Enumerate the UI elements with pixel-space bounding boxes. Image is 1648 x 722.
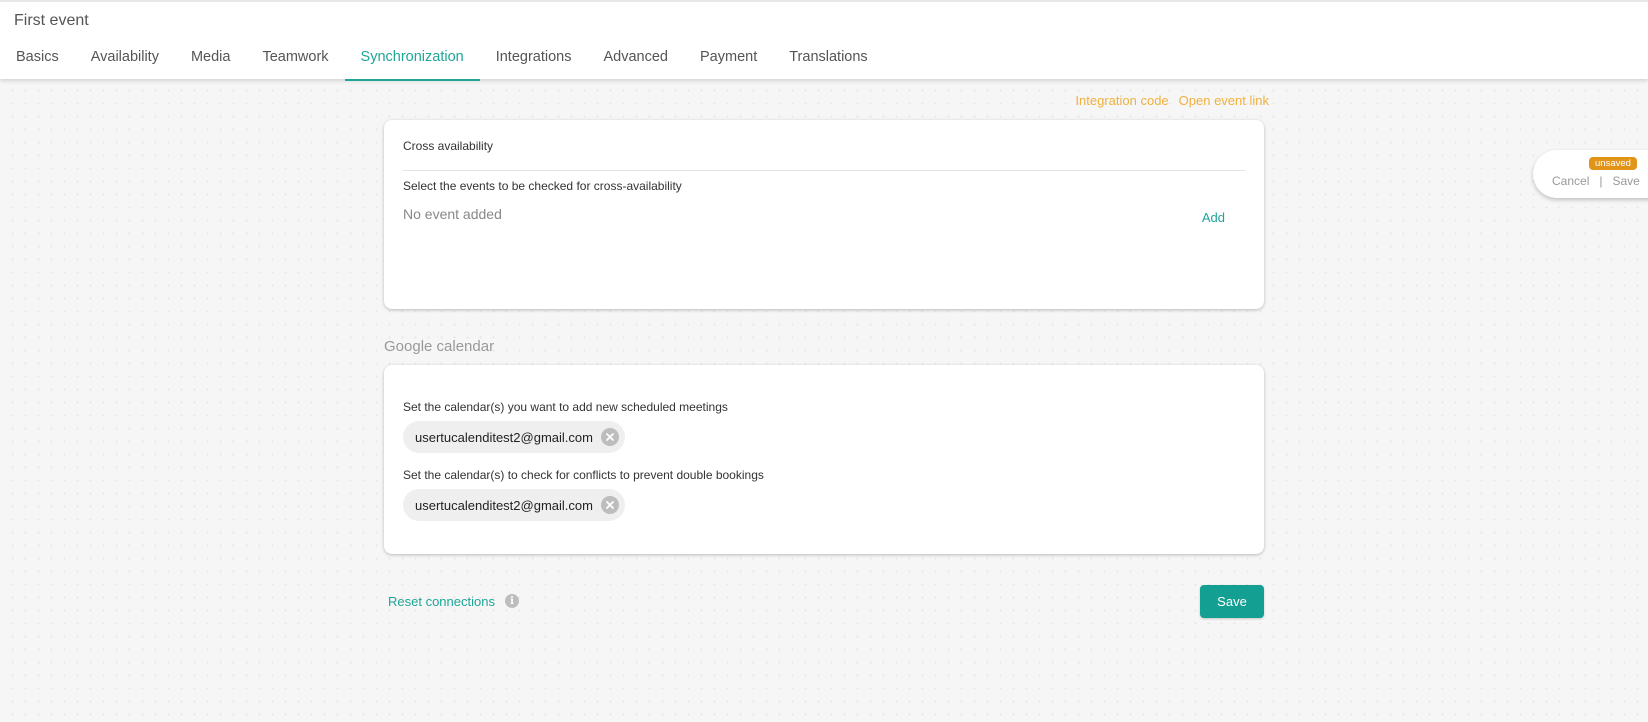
event-title: First event	[14, 12, 89, 29]
conflicts-label: Set the calendar(s) to check for conflic…	[403, 468, 764, 482]
google-calendar-card: Set the calendar(s) you want to add new …	[384, 365, 1264, 554]
calendar-chip: usertucalenditest2@gmail.com	[403, 489, 625, 521]
tab-basics[interactable]: Basics	[0, 46, 75, 81]
tab-payment[interactable]: Payment	[684, 46, 773, 81]
google-calendar-heading: Google calendar	[384, 338, 495, 355]
top-bar: First event Basics Availability Media Te…	[0, 0, 1648, 81]
cross-availability-label: Select the events to be checked for cros…	[403, 179, 682, 193]
unsaved-badge: unsaved	[1589, 157, 1637, 170]
unsaved-changes-panel: unsaved Cancel | Save	[1533, 150, 1648, 198]
add-event-button[interactable]: Add	[1202, 210, 1225, 225]
tab-teamwork[interactable]: Teamwork	[246, 46, 344, 81]
tab-synchronization[interactable]: Synchronization	[344, 46, 480, 81]
add-meetings-label: Set the calendar(s) you want to add new …	[403, 400, 728, 414]
save-button[interactable]: Save	[1200, 585, 1264, 618]
cross-availability-card: Cross availability Select the events to …	[384, 120, 1264, 309]
tab-bar: Basics Availability Media Teamwork Synch…	[0, 46, 884, 81]
cross-availability-title: Cross availability	[403, 139, 494, 153]
quick-save-button[interactable]: Save	[1612, 174, 1639, 188]
open-event-link[interactable]: Open event link	[1179, 93, 1269, 108]
calendar-chip-label: usertucalenditest2@gmail.com	[415, 497, 593, 513]
tab-advanced[interactable]: Advanced	[588, 46, 685, 81]
cancel-button[interactable]: Cancel	[1552, 174, 1589, 188]
tab-availability[interactable]: Availability	[75, 46, 175, 81]
remove-icon[interactable]	[600, 496, 619, 514]
tab-media[interactable]: Media	[175, 46, 247, 81]
integration-code-link[interactable]: Integration code	[1075, 93, 1168, 108]
card-divider	[403, 170, 1245, 171]
tab-integrations[interactable]: Integrations	[480, 46, 588, 81]
remove-icon[interactable]	[600, 428, 619, 446]
no-event-text: No event added	[403, 206, 502, 222]
reset-connections-link[interactable]: Reset connections	[388, 594, 495, 609]
calendar-chip-label: usertucalenditest2@gmail.com	[415, 429, 593, 445]
tab-translations[interactable]: Translations	[773, 46, 883, 81]
separator: |	[1599, 174, 1603, 188]
unsaved-actions: Cancel | Save	[1552, 174, 1640, 188]
top-links: Integration code Open event link	[1075, 93, 1269, 108]
info-icon[interactable]: i	[505, 594, 519, 608]
calendar-chip: usertucalenditest2@gmail.com	[403, 421, 625, 453]
